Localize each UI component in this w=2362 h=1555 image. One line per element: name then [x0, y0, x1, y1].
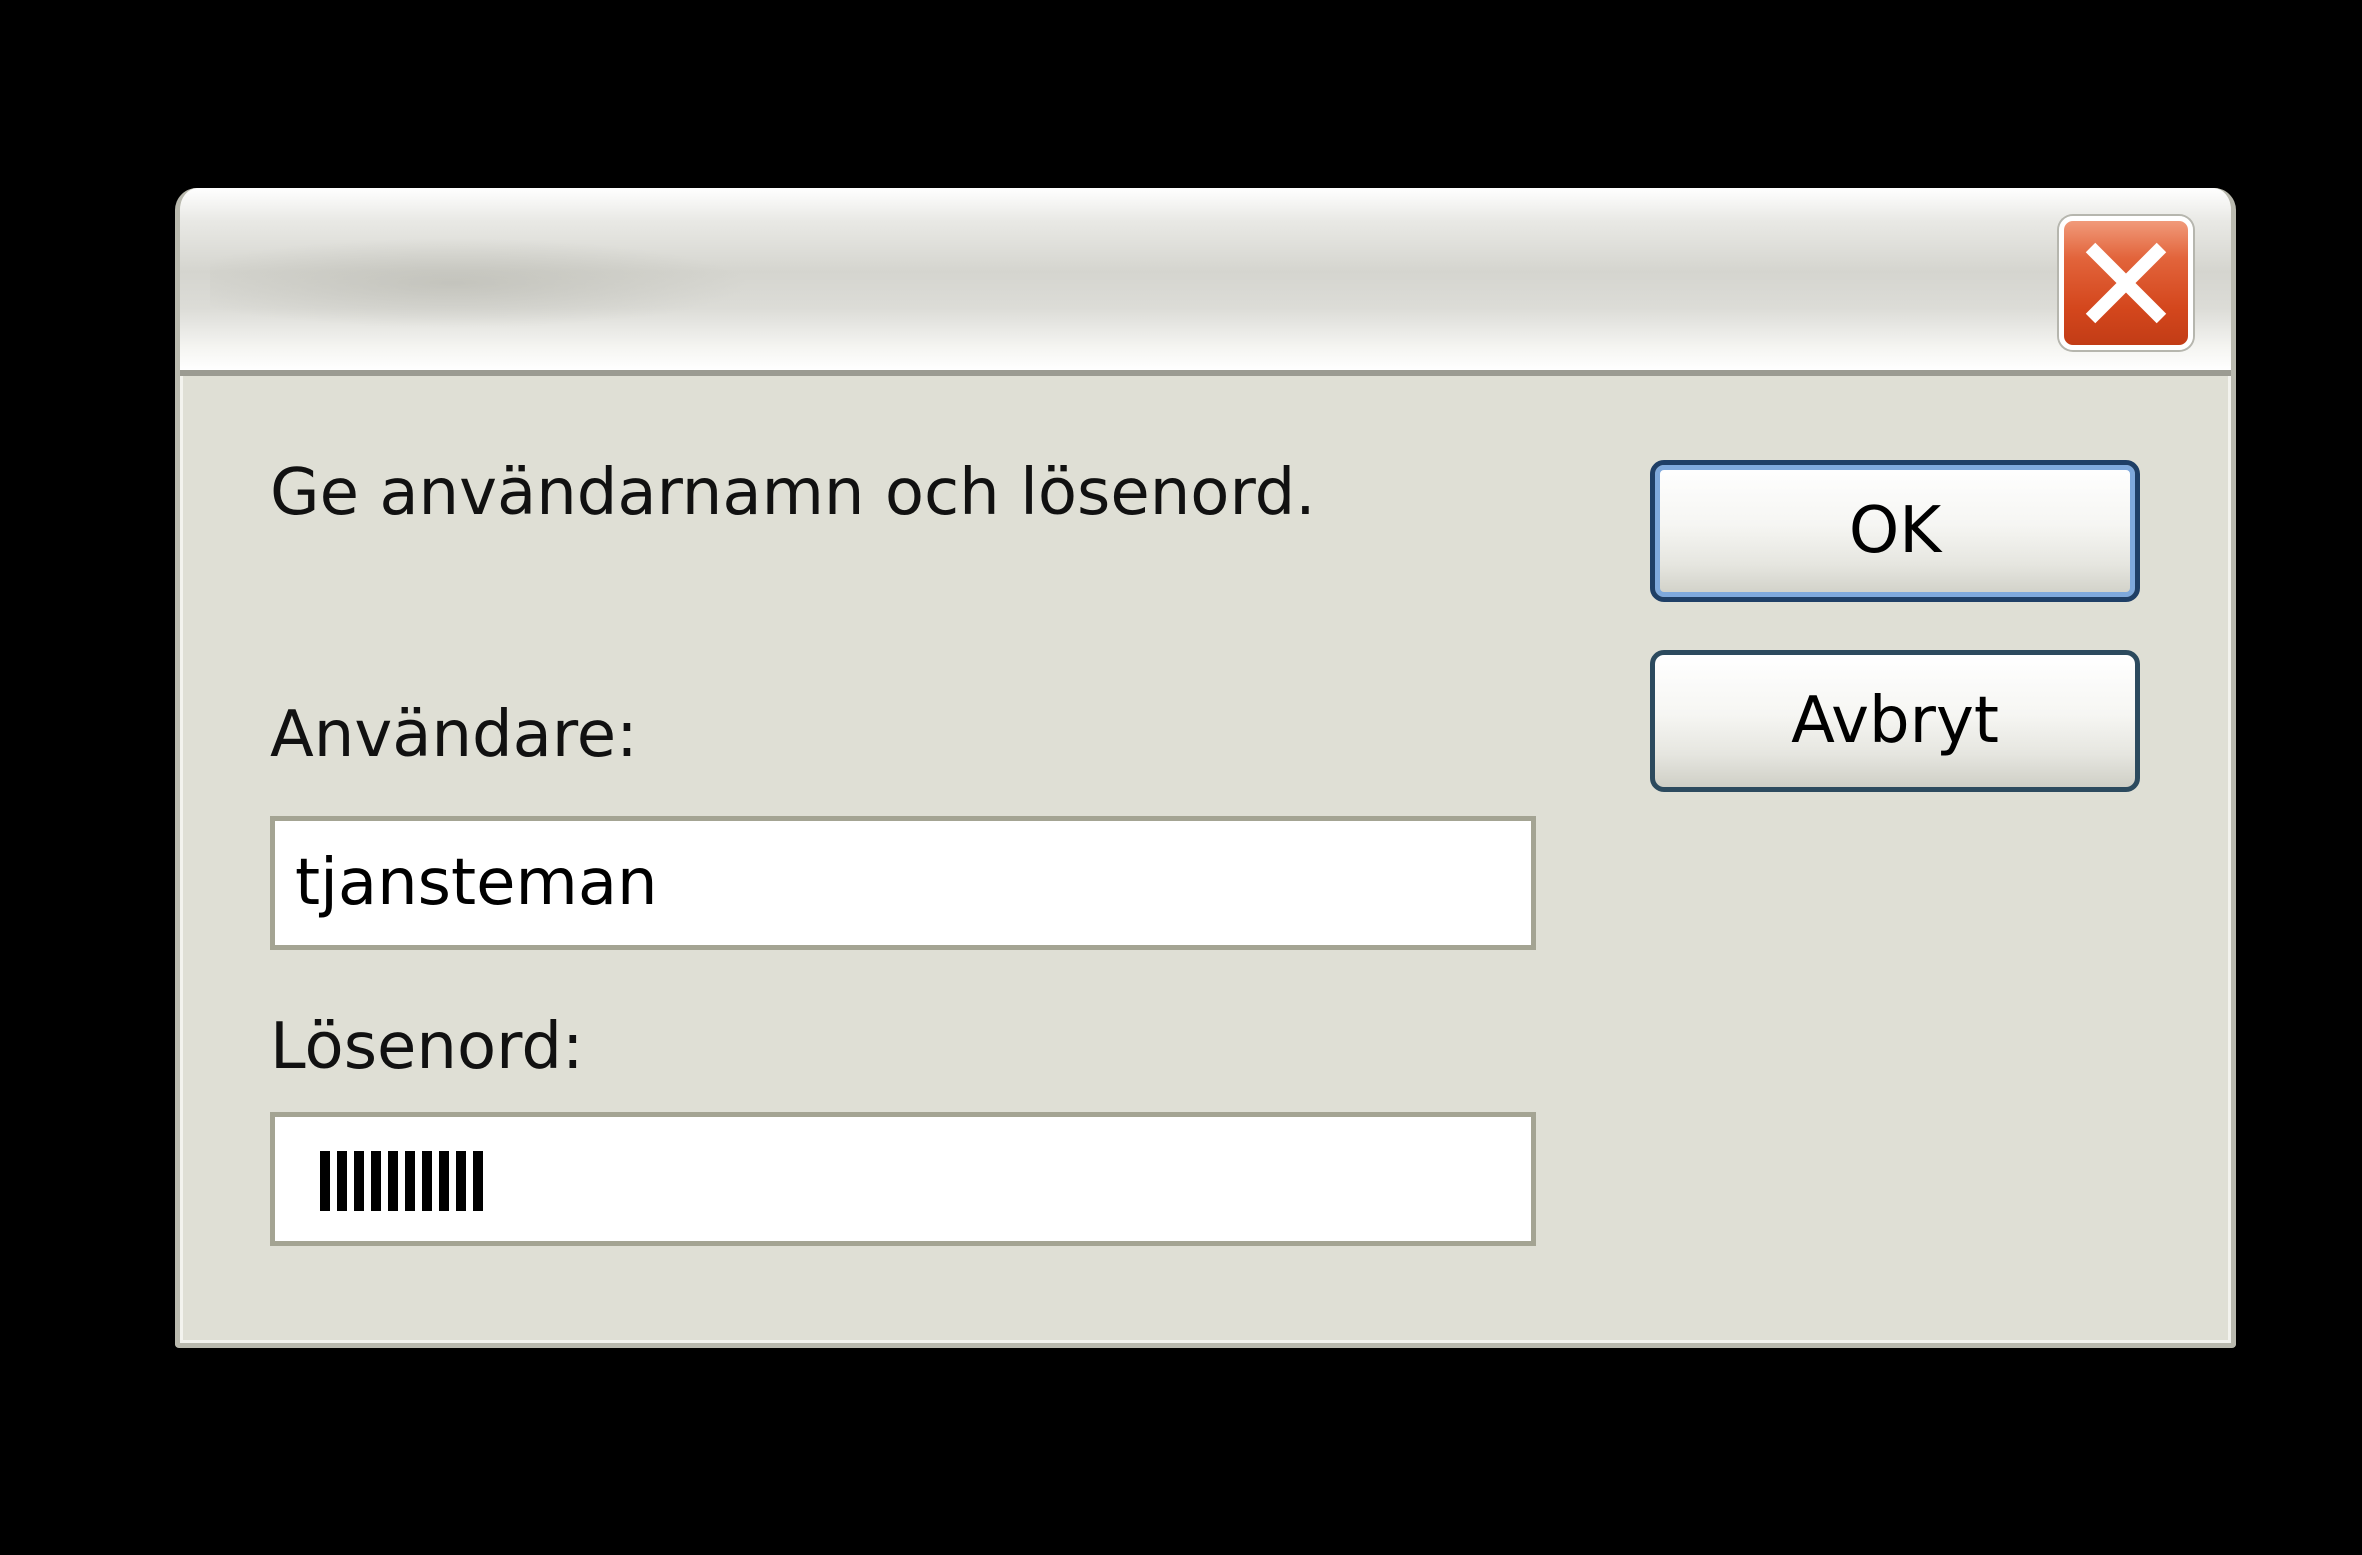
screen: Ge användarnamn och lösenord. Användare:…: [0, 0, 2362, 1555]
password-mask-char: [439, 1151, 449, 1211]
title-bar[interactable]: [180, 188, 2231, 376]
password-label: Lösenord:: [270, 1010, 584, 1084]
password-mask-char: [422, 1151, 432, 1211]
password-mask-char: [473, 1151, 483, 1211]
password-mask: [320, 1151, 483, 1211]
login-dialog: Ge användarnamn och lösenord. Användare:…: [175, 188, 2236, 1348]
title-text-blurred: [210, 238, 750, 328]
cancel-button[interactable]: Avbryt: [1650, 650, 2140, 792]
password-mask-char: [371, 1151, 381, 1211]
close-button[interactable]: [2059, 216, 2193, 350]
password-mask-char: [354, 1151, 364, 1211]
close-x-icon: [2085, 242, 2167, 324]
password-mask-char: [337, 1151, 347, 1211]
password-mask-char: [320, 1151, 330, 1211]
password-mask-char: [405, 1151, 415, 1211]
password-field[interactable]: [270, 1112, 1536, 1246]
username-label: Användare:: [270, 698, 638, 772]
prompt-text: Ge användarnamn och lösenord.: [270, 456, 1316, 530]
password-mask-char: [388, 1151, 398, 1211]
username-value: tjansteman: [295, 846, 658, 920]
ok-button[interactable]: OK: [1650, 460, 2140, 602]
username-field[interactable]: tjansteman: [270, 816, 1536, 950]
password-mask-char: [456, 1151, 466, 1211]
